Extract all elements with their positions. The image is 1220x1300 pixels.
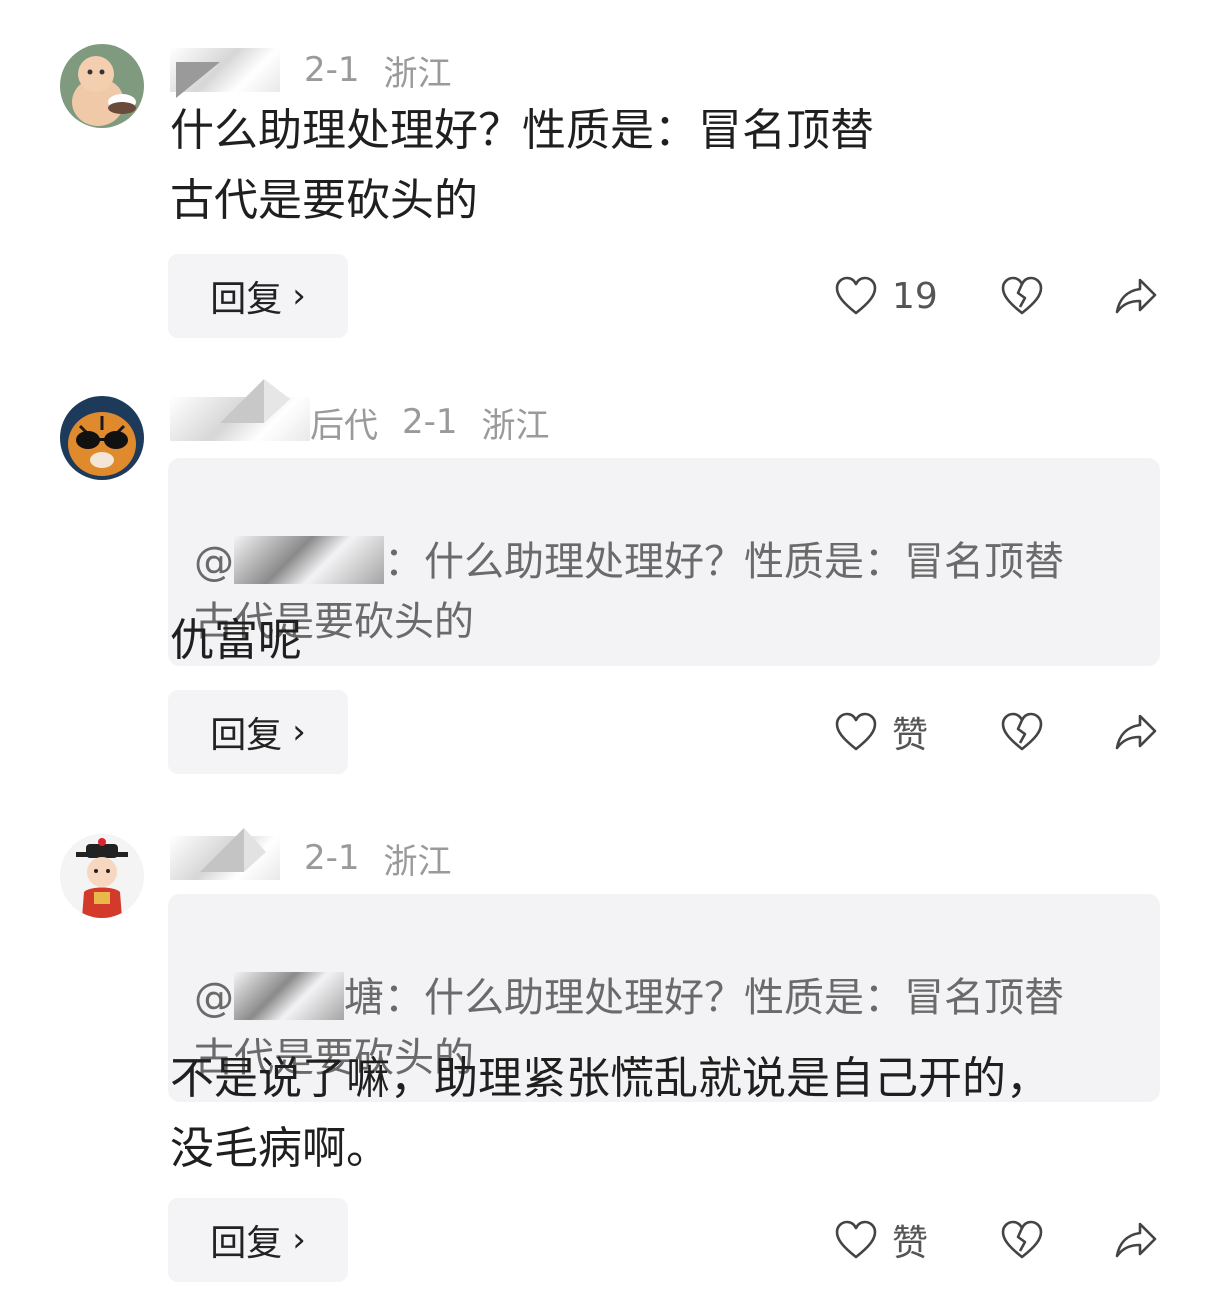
- avatar[interactable]: [60, 396, 144, 480]
- like-count: 19: [892, 275, 938, 317]
- heart-outline-icon: [835, 712, 877, 751]
- quoted-user-name: [234, 532, 384, 588]
- reply-label: 回复: [210, 279, 283, 320]
- like-label: 赞: [892, 1223, 929, 1264]
- share-arrow-icon: [1115, 1222, 1157, 1258]
- comment-date: 2-1: [402, 402, 458, 442]
- comment-date: 2-1: [304, 838, 360, 878]
- quote-mention: @: [194, 539, 234, 585]
- comment-date: 2-1: [304, 50, 360, 90]
- comment-text: 不是说了嘛，助理紧张慌乱就说是自己开的， 没毛病啊。: [170, 1053, 1050, 1174]
- reply-button[interactable]: 回复 ›: [168, 690, 348, 774]
- quoted-comment[interactable]: @ ：什么助理处理好？性质是：冒名顶替 古代是要砍头的: [168, 458, 1160, 666]
- avatar[interactable]: [60, 44, 144, 128]
- broken-heart-icon: [1001, 1220, 1043, 1259]
- comment-meta: 后代 2-1 浙江: [170, 378, 550, 446]
- reply-button[interactable]: 回复 ›: [168, 1198, 348, 1282]
- avatar[interactable]: [60, 834, 144, 918]
- share-arrow-icon: [1115, 714, 1157, 750]
- quoted-user-name: [234, 968, 344, 1024]
- dislike-button[interactable]: [1000, 1210, 1044, 1270]
- user-name[interactable]: [170, 48, 280, 98]
- broken-heart-icon: [1001, 712, 1043, 751]
- reply-button[interactable]: 回复 ›: [168, 254, 348, 338]
- heart-outline-icon: [835, 276, 877, 315]
- like-button[interactable]: 19: [834, 266, 938, 326]
- user-name[interactable]: 后代: [170, 378, 378, 447]
- comment-region: 浙江: [383, 841, 452, 882]
- broken-heart-icon: [1001, 276, 1043, 315]
- quote-mention: @: [194, 975, 234, 1021]
- dislike-button[interactable]: [1000, 702, 1044, 762]
- comment-meta: 2-1 浙江: [170, 828, 452, 882]
- share-button[interactable]: [1114, 266, 1158, 326]
- like-button[interactable]: 赞: [834, 702, 928, 762]
- chevron-right-icon: ›: [292, 1220, 306, 1260]
- comment-meta: 2-1 浙江: [170, 48, 452, 98]
- chevron-right-icon: ›: [292, 712, 306, 752]
- reply-label: 回复: [210, 715, 283, 756]
- reply-label: 回复: [210, 1223, 283, 1264]
- comment-region: 浙江: [383, 53, 452, 94]
- comment-text: 仇富呢: [170, 615, 302, 666]
- dislike-button[interactable]: [1000, 266, 1044, 326]
- heart-outline-icon: [835, 1220, 877, 1259]
- share-button[interactable]: [1114, 1210, 1158, 1270]
- chevron-right-icon: ›: [292, 276, 306, 316]
- like-button[interactable]: 赞: [834, 1210, 928, 1270]
- like-label: 赞: [892, 715, 929, 756]
- share-arrow-icon: [1115, 278, 1157, 314]
- share-button[interactable]: [1114, 702, 1158, 762]
- comment-text: 什么助理处理好？性质是：冒名顶替 古代是要砍头的: [170, 105, 874, 226]
- comment-region: 浙江: [481, 405, 550, 446]
- user-name[interactable]: [170, 828, 280, 880]
